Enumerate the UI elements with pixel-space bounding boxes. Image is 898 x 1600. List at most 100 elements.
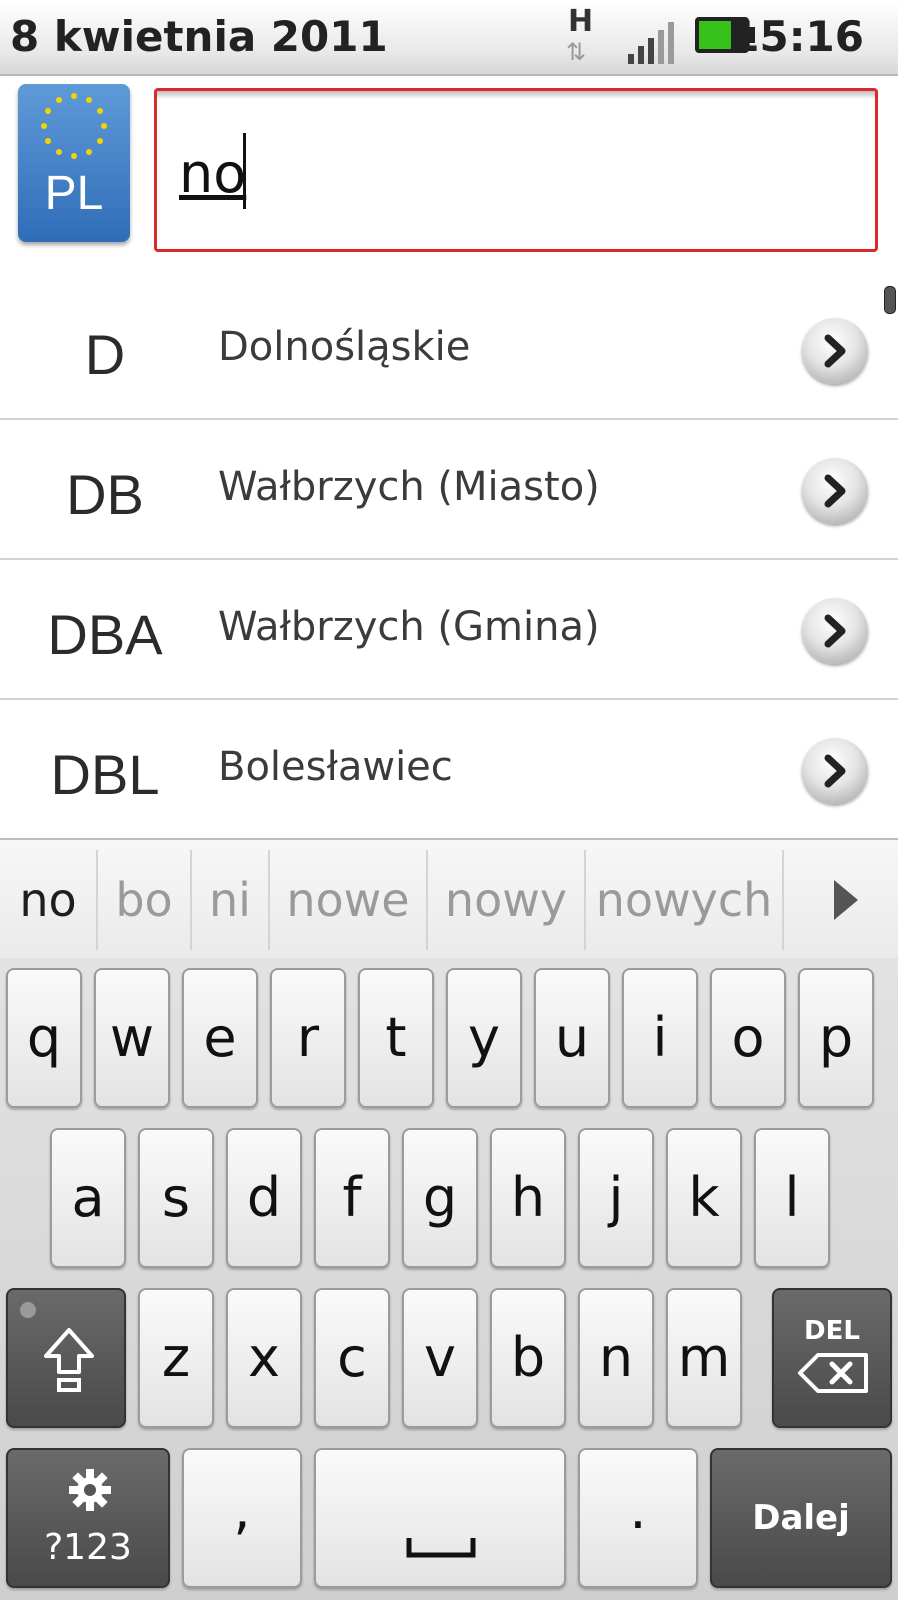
network-icon: H ⇅ (566, 4, 602, 68)
comma-key[interactable]: , (182, 1448, 302, 1588)
status-time: 15:16 (730, 12, 864, 61)
key-label: j (608, 1166, 624, 1229)
shift-arrow-icon (44, 1328, 94, 1392)
key-label: Dalej (752, 1498, 850, 1538)
key-s[interactable]: s (138, 1128, 214, 1268)
period-key[interactable]: . (578, 1448, 698, 1588)
chevron-right-icon (824, 474, 846, 508)
key-r[interactable]: r (270, 968, 346, 1108)
key-l[interactable]: l (754, 1128, 830, 1268)
space-bar-icon (406, 1538, 476, 1558)
key-t[interactable]: t (358, 968, 434, 1108)
key-w[interactable]: w (94, 968, 170, 1108)
key-label: x (248, 1326, 280, 1389)
key-h[interactable]: h (490, 1128, 566, 1268)
key-i[interactable]: i (622, 968, 698, 1108)
key-label: , (233, 1478, 251, 1541)
signal-strength-icon (628, 22, 674, 64)
text-cursor (243, 133, 246, 209)
key-label: p (818, 1006, 854, 1069)
key-label: d (246, 1166, 282, 1229)
country-plate-badge[interactable]: PL (18, 84, 130, 242)
plate-code: DBL (50, 743, 160, 806)
plate-country-code: PL (44, 167, 104, 220)
key-label: l (784, 1166, 800, 1229)
results-list: D Dolnośląskie DB Wałbrzych (Miasto) DBA… (0, 280, 898, 840)
region-name: Wałbrzych (Gmina) (218, 604, 600, 650)
suggestion-item[interactable]: nowe (270, 840, 426, 960)
status-bar: 8 kwietnia 2011 H ⇅ 15:16 (0, 0, 898, 76)
chevron-right-icon (824, 614, 846, 648)
suggestion-item[interactable]: nowych (586, 840, 782, 960)
key-d[interactable]: d (226, 1128, 302, 1268)
suggestion-item[interactable]: no (0, 840, 96, 960)
key-label: t (385, 1006, 407, 1069)
key-g[interactable]: g (402, 1128, 478, 1268)
list-scrollbar[interactable] (884, 286, 896, 314)
details-arrow-button[interactable] (802, 318, 868, 384)
chevron-right-icon (824, 334, 846, 368)
key-u[interactable]: u (534, 968, 610, 1108)
delete-key[interactable]: DEL (772, 1288, 892, 1428)
next-key[interactable]: Dalej (710, 1448, 892, 1588)
plate-code: DBA (47, 603, 163, 666)
list-item[interactable]: DB Wałbrzych (Miasto) (0, 420, 898, 560)
key-n[interactable]: n (578, 1288, 654, 1428)
list-item[interactable]: DBL Bolesławiec (0, 700, 898, 840)
search-input[interactable] (179, 133, 839, 213)
chevron-right-icon (824, 754, 846, 788)
delete-key-label: DEL (804, 1316, 860, 1346)
key-p[interactable]: p (798, 968, 874, 1108)
details-arrow-button[interactable] (802, 738, 868, 804)
key-v[interactable]: v (402, 1288, 478, 1428)
key-label: u (554, 1006, 590, 1069)
suggestion-item[interactable]: nowy (428, 840, 584, 960)
list-item[interactable]: D Dolnośląskie (0, 280, 898, 420)
key-q[interactable]: q (6, 968, 82, 1108)
details-arrow-button[interactable] (802, 458, 868, 524)
key-label: f (342, 1166, 362, 1229)
key-m[interactable]: m (666, 1288, 742, 1428)
list-item[interactable]: DBA Wałbrzych (Gmina) (0, 560, 898, 700)
key-j[interactable]: j (578, 1128, 654, 1268)
key-o[interactable]: o (710, 968, 786, 1108)
key-x[interactable]: x (226, 1288, 302, 1428)
key-f[interactable]: f (314, 1128, 390, 1268)
key-c[interactable]: c (314, 1288, 390, 1428)
more-suggestions-icon[interactable] (834, 880, 858, 920)
symbols-key[interactable]: ?123 (6, 1448, 170, 1588)
symbols-key-label: ?123 (44, 1527, 132, 1568)
key-z[interactable]: z (138, 1288, 214, 1428)
shift-key[interactable] (6, 1288, 126, 1428)
key-label: k (688, 1166, 720, 1229)
plate-code: D (84, 323, 126, 386)
key-label: c (337, 1326, 367, 1389)
suggestion-item[interactable]: ni (192, 840, 268, 960)
key-a[interactable]: a (50, 1128, 126, 1268)
search-field[interactable] (154, 88, 878, 252)
eu-stars-icon (41, 93, 107, 159)
shift-indicator (20, 1302, 36, 1318)
key-label: o (731, 1006, 765, 1069)
key-label: v (424, 1326, 456, 1389)
key-k[interactable]: k (666, 1128, 742, 1268)
key-label: m (677, 1326, 731, 1389)
key-b[interactable]: b (490, 1288, 566, 1428)
key-y[interactable]: y (446, 968, 522, 1108)
key-e[interactable]: e (182, 968, 258, 1108)
gear-icon (69, 1469, 111, 1511)
key-label: h (510, 1166, 546, 1229)
details-arrow-button[interactable] (802, 598, 868, 664)
field-top-shadow (157, 91, 875, 99)
key-label: w (109, 1006, 155, 1069)
space-key[interactable] (314, 1448, 566, 1588)
plate-code: DB (66, 463, 144, 526)
suggestion-item[interactable]: bo (98, 840, 190, 960)
status-date: 8 kwietnia 2011 (10, 12, 388, 61)
region-name: Dolnośląskie (218, 324, 471, 370)
key-label: n (598, 1326, 634, 1389)
key-label: i (652, 1006, 668, 1069)
data-activity-icon: ⇅ (566, 38, 586, 66)
key-label: z (161, 1326, 191, 1389)
key-label: g (422, 1166, 458, 1229)
